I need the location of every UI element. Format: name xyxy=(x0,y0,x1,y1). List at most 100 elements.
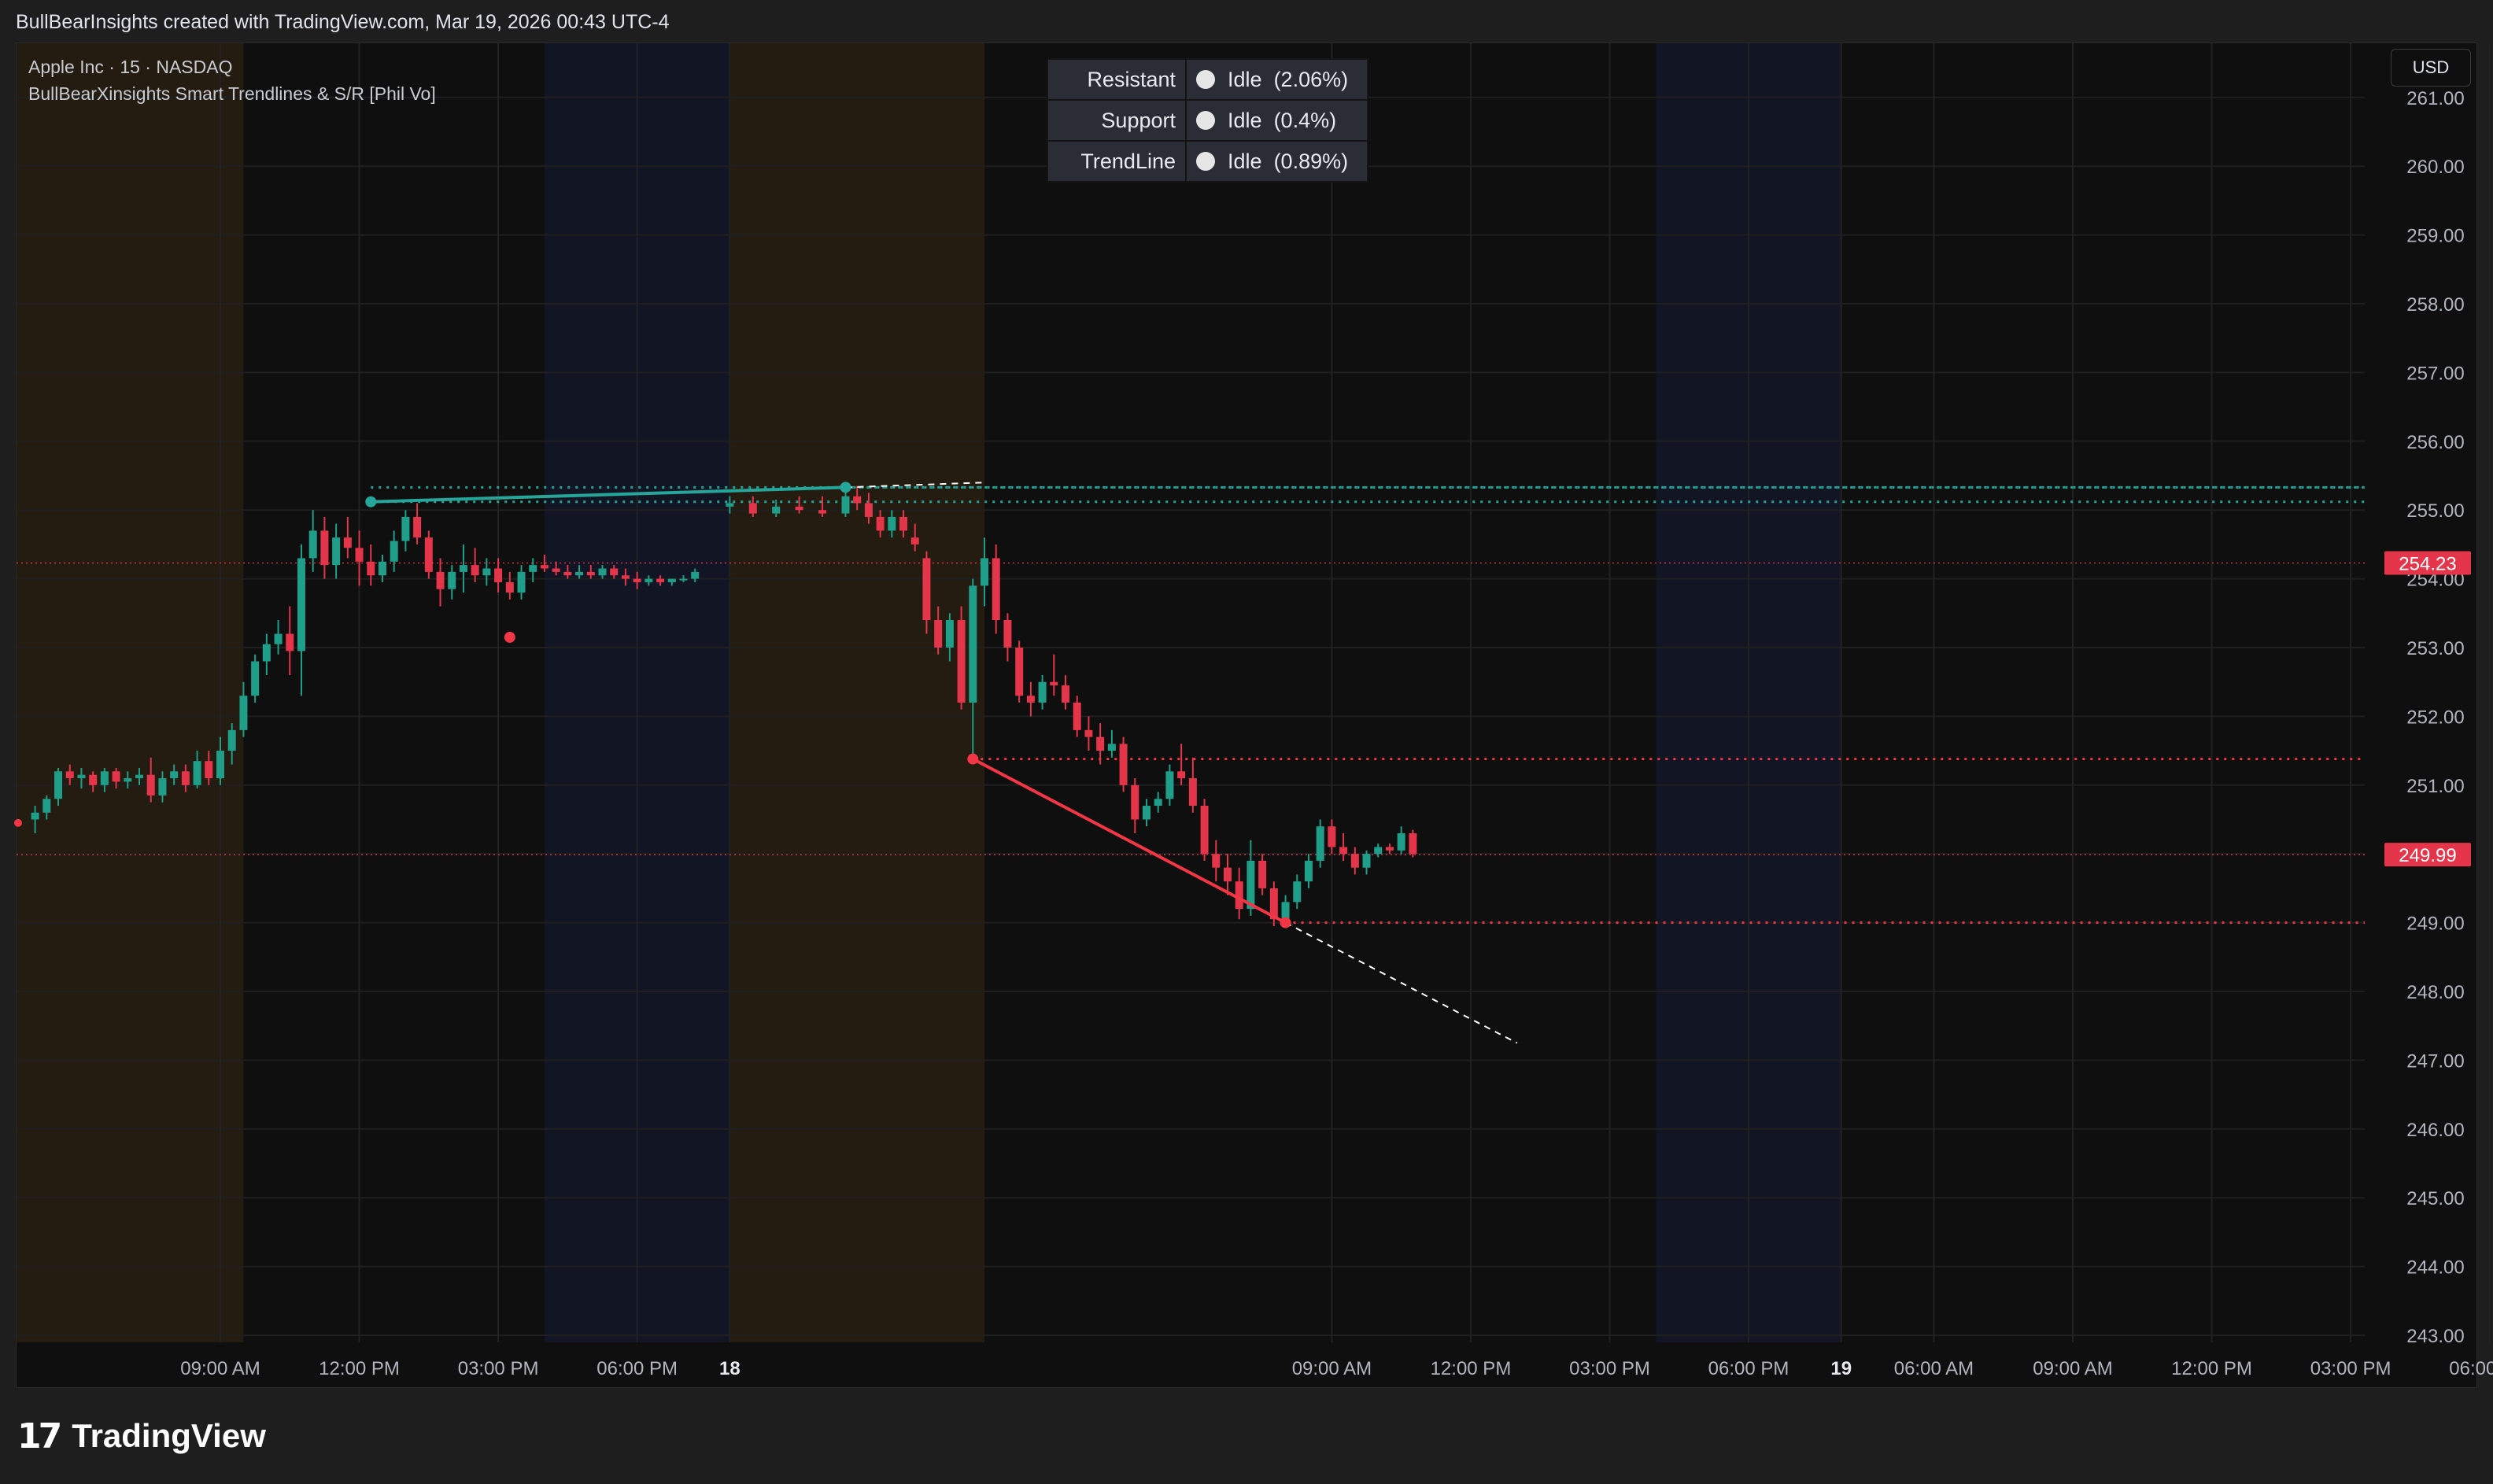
candle-down xyxy=(65,771,74,779)
candle-up xyxy=(54,771,63,799)
time-axis[interactable]: 09:00 AM 12:00 PM 03:00 PM 06:00 PM 18 09:00 … xyxy=(17,1342,2493,1386)
candle-up xyxy=(1374,847,1383,855)
status-row-trendline: TrendLine Idle (0.89%) xyxy=(1047,140,1368,183)
candle-down xyxy=(748,503,757,514)
support-pivot xyxy=(1280,917,1291,928)
candle-down xyxy=(1050,681,1058,686)
candle-up xyxy=(274,633,283,644)
candle-down xyxy=(563,571,572,576)
candle-up xyxy=(135,774,144,779)
candle-up xyxy=(529,565,537,572)
symbol-info[interactable]: Apple Inc · 15 · NASDAQ xyxy=(28,54,436,80)
candle-up xyxy=(945,620,954,648)
candle-down xyxy=(494,568,503,582)
candle-up xyxy=(644,578,653,582)
candle-down xyxy=(540,565,548,569)
price-tick-label: 261.00 xyxy=(2406,88,2464,109)
time-tick-label: 06:00 PM xyxy=(2449,1358,2493,1379)
price-tick-label: 257.00 xyxy=(2406,363,2464,384)
support-pivot xyxy=(967,753,979,765)
candle-down xyxy=(610,568,619,576)
price-chart[interactable]: 243.00244.00245.00246.00247.00248.00249.… xyxy=(0,0,2493,1388)
pre-market-shade xyxy=(729,43,985,1342)
tradingview-logo[interactable]: 17 TradingView xyxy=(17,1416,266,1456)
candle-up xyxy=(170,771,179,779)
candle-down xyxy=(1409,832,1417,855)
time-tick-label: 12:00 PM xyxy=(2171,1358,2252,1379)
candle-up xyxy=(251,661,260,696)
candle-down xyxy=(1026,696,1035,703)
time-tick-label: 19 xyxy=(1830,1358,1852,1379)
candle-down xyxy=(1003,620,1012,648)
price-tick-label: 258.00 xyxy=(2406,294,2464,316)
price-tick-label: 244.00 xyxy=(2406,1257,2464,1279)
candle-down xyxy=(656,578,665,582)
candle-up xyxy=(1165,771,1174,799)
candle-up xyxy=(691,571,700,579)
candle-up xyxy=(158,778,167,796)
price-tick-label: 260.00 xyxy=(2406,157,2464,178)
time-tick-label: 12:00 PM xyxy=(1431,1358,1512,1379)
tradingview-wordmark: TradingView xyxy=(72,1417,266,1454)
candle-down xyxy=(552,568,560,572)
candle-down xyxy=(286,633,294,652)
candle-up xyxy=(31,812,39,820)
indicator-status-table: Resistant Idle (2.06%) Support Idle (0.4… xyxy=(1047,58,1368,183)
time-tick-label: 09:00 AM xyxy=(180,1358,260,1379)
candle-down xyxy=(146,774,155,796)
resistance-pivot xyxy=(840,482,851,493)
session-shading xyxy=(17,43,1841,1342)
price-tick-label: 251.00 xyxy=(2406,776,2464,797)
price-axis[interactable]: 243.00244.00245.00246.00247.00248.00249.… xyxy=(2365,43,2476,1347)
status-pct: (2.06%) xyxy=(1273,67,1349,91)
candle-up xyxy=(448,571,456,589)
candle-down xyxy=(181,771,190,785)
candle-up xyxy=(667,578,676,582)
candle-up xyxy=(239,696,248,730)
candle-down xyxy=(367,561,375,576)
candle-up xyxy=(42,799,51,813)
candle-down xyxy=(876,516,885,531)
candle-down xyxy=(1062,685,1070,703)
candle-up xyxy=(332,537,341,566)
indicator-title[interactable]: BullBearXinsights Smart Trendlines & S/R… xyxy=(28,80,436,107)
candle-down xyxy=(355,548,364,562)
candle-up xyxy=(390,541,398,562)
candle-down xyxy=(1350,854,1359,868)
support-pivot xyxy=(504,631,515,643)
candle-up xyxy=(308,530,317,559)
candle-down xyxy=(89,774,98,785)
pre-market-shade xyxy=(17,43,244,1342)
price-tick-label: 248.00 xyxy=(2406,982,2464,1003)
price-badge-label: 254.23 xyxy=(2399,553,2456,574)
candle-down xyxy=(505,581,514,593)
price-badge-label: 249.99 xyxy=(2399,845,2456,866)
price-tick-label: 246.00 xyxy=(2406,1120,2464,1141)
candle-up xyxy=(227,729,236,751)
candle-up xyxy=(981,558,989,586)
currency-button[interactable]: USD xyxy=(2391,49,2471,87)
candle-down xyxy=(436,571,445,589)
candle-up xyxy=(262,644,271,662)
time-tick-label: 12:00 PM xyxy=(319,1358,400,1379)
footer xyxy=(0,1388,2493,1484)
candle-down xyxy=(320,530,329,566)
support-projection xyxy=(1285,921,1518,1044)
status-dot-icon xyxy=(1196,69,1215,89)
candle-up xyxy=(841,496,850,514)
candle-down xyxy=(818,510,827,514)
status-label: TrendLine xyxy=(1047,140,1187,183)
candle-down xyxy=(1223,867,1232,882)
candle-up xyxy=(1397,832,1405,851)
candle-up xyxy=(193,761,201,785)
candle-down xyxy=(992,558,1000,621)
tradingview-logo-icon: 17 xyxy=(17,1416,62,1456)
candle-up xyxy=(772,506,781,514)
candle-up xyxy=(100,771,109,785)
time-tick-label: 09:00 AM xyxy=(1292,1358,1372,1379)
candle-up xyxy=(969,585,977,703)
time-tick-label: 06:00 PM xyxy=(596,1358,678,1379)
candle-down xyxy=(922,558,931,621)
time-tick-label: 09:00 AM xyxy=(2033,1358,2112,1379)
candle-down xyxy=(899,516,908,531)
